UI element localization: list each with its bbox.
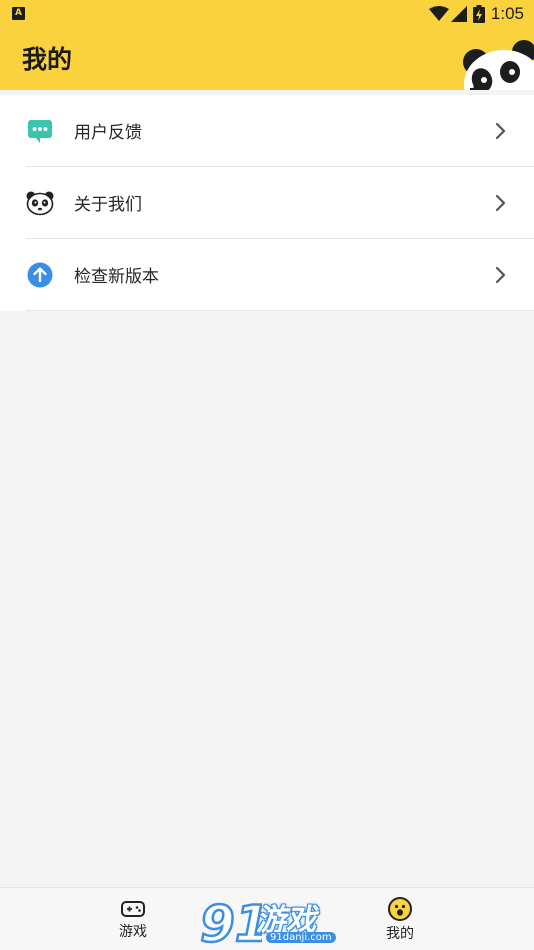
- menu-item-check-update[interactable]: 检查新版本: [26, 239, 534, 311]
- svg-text:91: 91: [200, 895, 262, 949]
- tab-mine[interactable]: 我的: [360, 888, 440, 950]
- settings-menu: 用户反馈 关于我们 检查新版本: [0, 95, 534, 311]
- cellular-signal-icon: [450, 6, 467, 22]
- 91-logo-icon: 91: [199, 894, 262, 949]
- menu-item-about-us[interactable]: 关于我们: [26, 167, 534, 239]
- tab-label: 游戏: [119, 923, 147, 940]
- clock: 1:05: [490, 4, 524, 23]
- wifi-icon: [428, 6, 449, 21]
- menu-item-label: 检查新版本: [74, 267, 159, 287]
- battery-charging-icon: [472, 5, 485, 23]
- panda-mascot-icon: [463, 40, 534, 90]
- chevron-right-icon: [495, 266, 506, 283]
- watermark-logo: 91 游戏 91danji.com: [198, 893, 338, 949]
- gamepad-icon: [121, 900, 145, 917]
- header-bar: A 1:05 我的: [0, 0, 534, 90]
- watermark-url: 91danji.com: [266, 932, 336, 943]
- menu-item-feedback[interactable]: 用户反馈: [26, 95, 534, 167]
- tab-label: 我的: [386, 925, 414, 942]
- feedback-chat-icon: [26, 117, 54, 145]
- panda-icon: [26, 189, 54, 217]
- chevron-right-icon: [495, 122, 506, 139]
- menu-item-label: 用户反馈: [74, 123, 142, 143]
- status-icons: 1:05: [428, 4, 524, 24]
- page-title: 我的: [22, 45, 73, 74]
- chevron-right-icon: [495, 194, 506, 211]
- app-notification-icon: A: [12, 7, 25, 20]
- upgrade-arrow-icon: [26, 261, 54, 289]
- status-bar: A 1:05: [0, 0, 534, 28]
- tab-games[interactable]: 游戏: [93, 888, 173, 950]
- smiley-icon: [388, 896, 412, 921]
- menu-item-label: 关于我们: [74, 195, 142, 215]
